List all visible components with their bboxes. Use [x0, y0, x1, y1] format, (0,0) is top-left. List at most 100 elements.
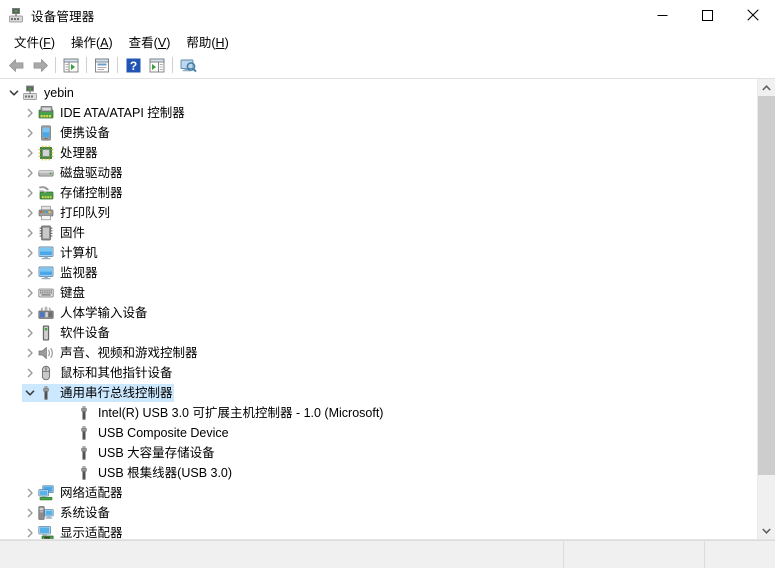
monitor-icon: [38, 265, 54, 281]
scroll-down-button[interactable]: [758, 522, 775, 539]
tree-node[interactable]: USB Composite Device: [0, 423, 757, 443]
menu-action[interactable]: 操作(A): [63, 30, 121, 53]
chevron-right-icon[interactable]: [22, 505, 38, 521]
chevron-right-icon[interactable]: [22, 105, 38, 121]
menu-action-tail: ): [108, 35, 113, 50]
chevron-right-icon[interactable]: [22, 145, 38, 161]
maximize-button[interactable]: [685, 0, 730, 30]
tree-node[interactable]: 网络适配器: [0, 483, 757, 503]
toolbar-separator-2: [86, 57, 87, 73]
tree-node[interactable]: 固件: [0, 223, 757, 243]
chevron-right-icon[interactable]: [22, 205, 38, 221]
menu-view-text: 查看(: [128, 35, 158, 50]
back-button[interactable]: [4, 54, 28, 76]
forward-button[interactable]: [28, 54, 52, 76]
window-title: 设备管理器: [31, 9, 95, 24]
menu-view-tail: ): [166, 35, 171, 50]
title-bar: 设备管理器: [0, 0, 775, 30]
keyboard-icon: [38, 285, 54, 301]
properties-button[interactable]: [90, 54, 114, 76]
scan-hardware-changes-button[interactable]: [176, 54, 200, 76]
status-pane-2: [564, 541, 705, 568]
chevron-right-icon[interactable]: [22, 225, 38, 241]
tree-node[interactable]: 软件设备: [0, 323, 757, 343]
tree-node[interactable]: Intel(R) USB 3.0 可扩展主机控制器 - 1.0 (Microso…: [0, 403, 757, 423]
menu-file[interactable]: 文件(F): [6, 30, 63, 53]
chevron-right-icon[interactable]: [22, 165, 38, 181]
status-pane-1: [0, 541, 564, 568]
tree-node[interactable]: USB 根集线器(USB 3.0): [0, 463, 757, 483]
tree-node[interactable]: USB 大容量存储设备: [0, 443, 757, 463]
system-device-icon: [38, 505, 54, 521]
tree-node[interactable]: 显示适配器: [0, 523, 757, 539]
scrollbar-thumb[interactable]: [758, 96, 775, 476]
tree-root-node[interactable]: yebin: [0, 83, 757, 103]
computer-icon: [38, 245, 54, 261]
tree-node[interactable]: 系统设备: [0, 503, 757, 523]
tree-node-label: 监视器: [60, 266, 98, 280]
update-driver-button[interactable]: [145, 54, 169, 76]
processor-icon: [38, 145, 54, 161]
tree-node[interactable]: 鼠标和其他指针设备: [0, 363, 757, 383]
tree-node-label: Intel(R) USB 3.0 可扩展主机控制器 - 1.0 (Microso…: [98, 406, 384, 420]
tree-node[interactable]: 磁盘驱动器: [0, 163, 757, 183]
chevron-right-icon[interactable]: [22, 325, 38, 341]
vertical-scrollbar[interactable]: [757, 79, 775, 539]
tree-node[interactable]: IDE ATA/ATAPI 控制器: [0, 103, 757, 123]
chevron-down-icon[interactable]: [6, 85, 22, 101]
close-button[interactable]: [730, 0, 775, 30]
chevron-right-icon[interactable]: [22, 125, 38, 141]
tree-node[interactable]: 键盘: [0, 283, 757, 303]
tree-node[interactable]: 人体学输入设备: [0, 303, 757, 323]
tree-node[interactable]: 通用串行总线控制器: [0, 383, 757, 403]
chevron-right-icon[interactable]: [22, 485, 38, 501]
firmware-icon: [38, 225, 54, 241]
tree-node-label: 显示适配器: [60, 526, 123, 539]
status-bar: [0, 540, 775, 568]
tree-node[interactable]: 计算机: [0, 243, 757, 263]
chevron-down-icon[interactable]: [22, 385, 38, 401]
chevron-right-icon[interactable]: [22, 345, 38, 361]
toolbar: ?: [0, 52, 775, 79]
chevron-right-icon[interactable]: [22, 245, 38, 261]
tree-node-label: 鼠标和其他指针设备: [60, 366, 173, 380]
tree-node[interactable]: 处理器: [0, 143, 757, 163]
scrollbar-track[interactable]: [758, 96, 775, 522]
chevron-right-icon[interactable]: [22, 365, 38, 381]
chevron-right-icon[interactable]: [22, 265, 38, 281]
tree-node-label: 网络适配器: [60, 486, 123, 500]
usb-icon: [76, 445, 92, 461]
print-queue-icon: [38, 205, 54, 221]
menu-action-text: 操作(: [70, 35, 101, 50]
minimize-button[interactable]: [640, 0, 685, 30]
storage-controller-icon: [38, 185, 54, 201]
console-tree-button[interactable]: [59, 54, 83, 76]
device-manager-icon: [8, 7, 24, 23]
menu-view[interactable]: 查看(V): [121, 30, 179, 53]
chevron-right-icon[interactable]: [22, 185, 38, 201]
usb-icon: [76, 405, 92, 421]
tree-node[interactable]: 打印队列: [0, 203, 757, 223]
menu-file-mnemonic: F: [43, 35, 51, 50]
chevron-right-icon[interactable]: [22, 305, 38, 321]
display-adapter-icon: [38, 525, 54, 539]
tree-node[interactable]: 声音、视频和游戏控制器: [0, 343, 757, 363]
scroll-up-button[interactable]: [758, 79, 775, 96]
menu-help-tail: ): [224, 35, 229, 50]
toolbar-separator-3: [117, 57, 118, 73]
network-adapter-icon: [38, 485, 54, 501]
tree-node-label: 人体学输入设备: [60, 306, 148, 320]
toolbar-separator-4: [172, 57, 173, 73]
help-button[interactable]: ?: [121, 54, 145, 76]
tree-node[interactable]: 便携设备: [0, 123, 757, 143]
tree-node[interactable]: 存储控制器: [0, 183, 757, 203]
menu-help[interactable]: 帮助(H): [178, 30, 236, 53]
tree-node-label: IDE ATA/ATAPI 控制器: [60, 106, 185, 120]
ide-controller-icon: [38, 105, 54, 121]
device-tree[interactable]: yebin IDE ATA/ATAPI 控制器便携设备 处理器 磁盘驱动器 存储控制器打…: [0, 79, 757, 539]
chevron-right-icon[interactable]: [22, 525, 38, 539]
tree-node-label: 计算机: [60, 246, 98, 260]
chevron-right-icon[interactable]: [22, 285, 38, 301]
tree-node[interactable]: 监视器: [0, 263, 757, 283]
tree-node-label: 打印队列: [60, 206, 111, 220]
